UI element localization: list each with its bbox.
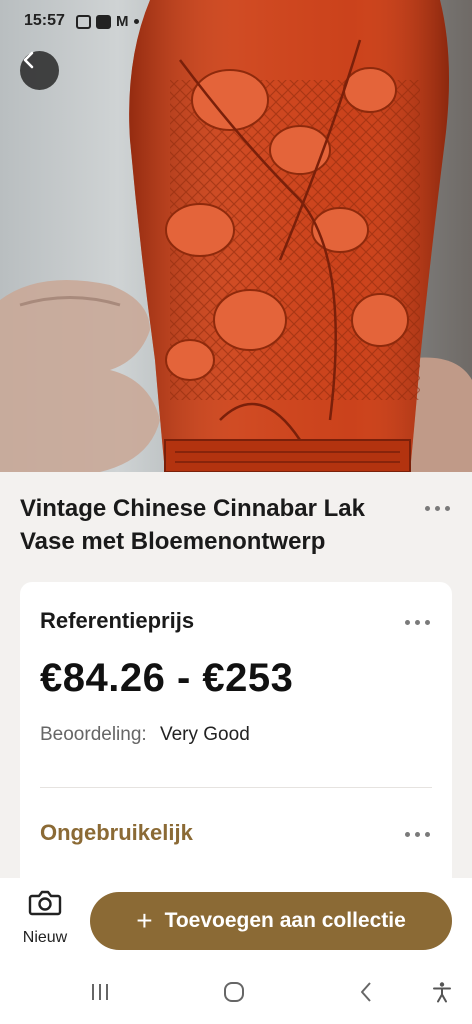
accessibility-icon (433, 982, 451, 1003)
vase-illustration (0, 0, 472, 472)
product-title: Vintage Chinese Cinnabar Lak Vase met Bl… (20, 495, 365, 555)
system-nav-bar (0, 958, 472, 1024)
rarity-label: Ongebruikelijk (40, 820, 193, 845)
rating-label: Beoordeling: (40, 724, 147, 745)
nav-back-icon (361, 982, 371, 1002)
nav-back-button[interactable] (352, 980, 380, 1004)
add-to-collection-button[interactable]: + Toevoegen aan collectie (90, 892, 452, 950)
rarity-more-icon[interactable] (405, 832, 430, 837)
reference-price-label: Referentieprijs (40, 608, 195, 633)
recent-apps-button[interactable] (86, 980, 114, 1004)
home-icon (224, 982, 244, 1002)
rating-value: Very Good (159, 724, 250, 745)
more-icon[interactable] (425, 506, 450, 511)
card-divider (40, 787, 432, 788)
bottom-action-bar: Nieuw + Toevoegen aan collectie (0, 878, 472, 958)
accessibility-button[interactable] (428, 980, 456, 1004)
camera-icon (28, 890, 62, 916)
price-card: Referentieprijs €84.26 - €253 Beoordelin… (20, 582, 452, 902)
back-button[interactable] (20, 51, 59, 90)
home-button[interactable] (220, 980, 248, 1004)
plus-icon: + (136, 905, 153, 936)
recent-apps-icon (92, 984, 108, 1000)
status-time: 15:57 (24, 12, 65, 29)
rating-row: Beoordeling: Very Good (40, 724, 250, 746)
gmail-icon: M (116, 13, 129, 30)
notification-dot-icon (133, 19, 139, 24)
back-icon (23, 51, 34, 69)
new-button[interactable]: Nieuw (14, 888, 76, 952)
add-to-collection-label: Toevoegen aan collectie (164, 909, 406, 932)
product-photo[interactable]: 15:57 M (0, 0, 472, 472)
ring-app-icon (96, 14, 111, 29)
new-button-label: Nieuw (22, 929, 68, 946)
reference-more-icon[interactable] (405, 620, 430, 625)
price-range: €84.26 - €253 (40, 656, 294, 700)
screenshot-icon (76, 14, 91, 29)
status-bar: 15:57 M (0, 0, 472, 42)
